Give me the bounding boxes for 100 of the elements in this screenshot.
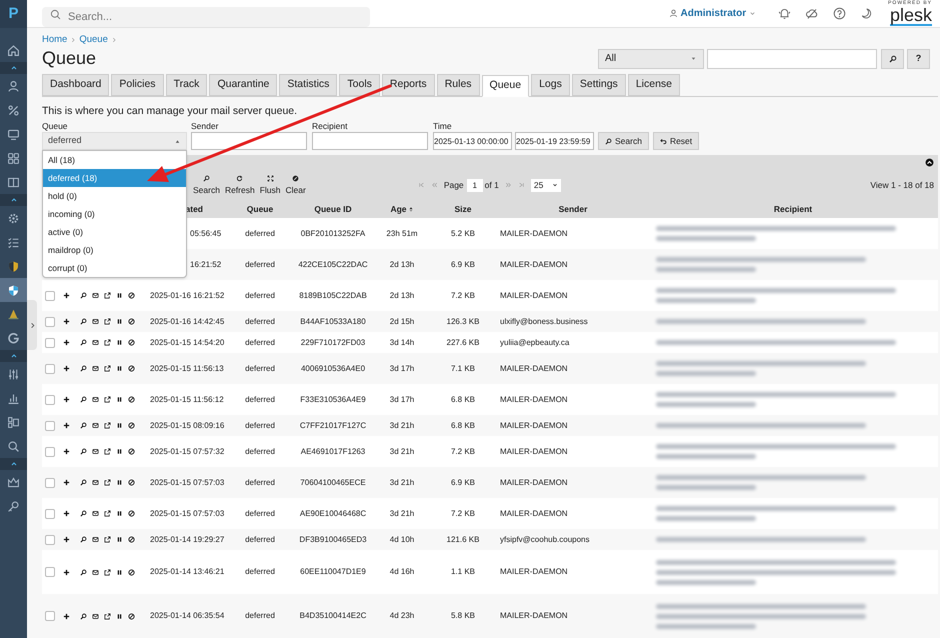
time-from-field[interactable]: 2025-01-13 00:00:00 — [433, 132, 512, 150]
dropdown-option[interactable]: hold (0) — [43, 187, 186, 205]
external-link-icon[interactable] — [104, 448, 111, 455]
envelope-icon[interactable] — [92, 422, 99, 429]
column-header[interactable]: Age — [390, 202, 414, 216]
row-checkbox[interactable] — [44, 420, 54, 430]
expand-row-icon[interactable] — [62, 510, 70, 517]
envelope-icon[interactable] — [92, 318, 99, 325]
external-link-icon[interactable] — [104, 612, 111, 620]
tab[interactable]: Queue — [482, 75, 530, 97]
search-button[interactable] — [881, 48, 904, 68]
expand-row-icon[interactable] — [62, 479, 70, 486]
external-link-icon[interactable] — [104, 318, 111, 325]
queue-select[interactable]: deferred — [42, 132, 187, 150]
view-icon[interactable] — [80, 479, 87, 486]
time-to-field[interactable]: 2025-01-19 23:59:59 — [515, 132, 594, 150]
row-checkbox[interactable] — [44, 338, 54, 348]
row-checkbox[interactable] — [44, 508, 54, 518]
column-header[interactable]: Queue — [246, 202, 274, 216]
reset-button[interactable]: Reset — [652, 132, 700, 150]
envelope-icon[interactable] — [92, 479, 99, 486]
envelope-icon[interactable] — [92, 568, 99, 576]
collapse-handle[interactable] — [27, 300, 37, 350]
pause-icon[interactable] — [116, 510, 123, 517]
pause-icon[interactable] — [116, 318, 123, 325]
cancel-icon[interactable] — [128, 422, 135, 429]
section-toggle[interactable] — [0, 350, 27, 362]
tab[interactable]: Quarantine — [209, 74, 278, 96]
toolbar-button[interactable]: Refresh — [224, 175, 255, 195]
view-icon[interactable] — [80, 292, 87, 299]
tab[interactable]: Dashboard — [42, 74, 110, 96]
cancel-icon[interactable] — [128, 448, 135, 455]
row-checkbox[interactable] — [44, 611, 54, 621]
pause-icon[interactable] — [116, 292, 123, 299]
tab[interactable]: Reports — [382, 74, 435, 96]
sender-field[interactable] — [191, 132, 307, 150]
view-icon[interactable] — [80, 536, 87, 543]
cancel-icon[interactable] — [128, 396, 135, 403]
view-icon[interactable] — [80, 510, 87, 517]
expand-row-icon[interactable] — [62, 448, 70, 455]
cancel-icon[interactable] — [128, 365, 135, 372]
pause-icon[interactable] — [116, 422, 123, 429]
account-menu[interactable]: Administrator — [668, 6, 756, 21]
tab[interactable]: Policies — [111, 74, 164, 96]
envelope-icon[interactable] — [92, 292, 99, 299]
section-toggle[interactable] — [0, 194, 27, 206]
row-checkbox[interactable] — [44, 290, 54, 300]
expand-row-icon[interactable] — [62, 536, 70, 543]
section-toggle[interactable] — [0, 458, 27, 470]
cancel-icon[interactable] — [128, 536, 135, 543]
tab[interactable]: Track — [166, 74, 208, 96]
expand-row-icon[interactable] — [62, 365, 70, 372]
envelope-icon[interactable] — [92, 396, 99, 403]
tab[interactable]: License — [628, 74, 680, 96]
expand-row-icon[interactable] — [62, 339, 70, 346]
view-icon[interactable] — [80, 612, 87, 620]
pause-icon[interactable] — [116, 536, 123, 543]
external-link-icon[interactable] — [104, 339, 111, 346]
external-link-icon[interactable] — [104, 536, 111, 543]
external-link-icon[interactable] — [104, 568, 111, 576]
recipient-field[interactable] — [312, 132, 428, 150]
toolbar-button[interactable]: Flush — [260, 175, 280, 195]
external-link-icon[interactable] — [104, 510, 111, 517]
pause-icon[interactable] — [116, 365, 123, 372]
view-icon[interactable] — [80, 422, 87, 429]
view-icon[interactable] — [80, 365, 87, 372]
help-icon[interactable] — [833, 7, 846, 20]
pause-icon[interactable] — [116, 568, 123, 576]
collapse-icon[interactable] — [925, 158, 934, 167]
cancel-icon[interactable] — [128, 318, 135, 325]
external-link-icon[interactable] — [104, 292, 111, 299]
tab[interactable]: Tools — [339, 74, 380, 96]
search-button[interactable]: Search — [598, 132, 649, 150]
tab[interactable]: Statistics — [279, 74, 338, 96]
moon-icon[interactable] — [860, 7, 872, 20]
toolbar-button[interactable]: Clear — [286, 175, 306, 195]
pause-icon[interactable] — [116, 339, 123, 346]
expand-row-icon[interactable] — [62, 568, 70, 576]
external-link-icon[interactable] — [104, 479, 111, 486]
cancel-icon[interactable] — [128, 292, 135, 299]
bell-icon[interactable] — [778, 7, 792, 20]
breadcrumb-link[interactable]: Home — [42, 32, 68, 48]
row-checkbox[interactable] — [44, 567, 54, 577]
view-icon[interactable] — [80, 448, 87, 455]
column-header[interactable]: Queue ID — [314, 202, 352, 216]
envelope-icon[interactable] — [92, 339, 99, 346]
page-field[interactable]: 1 — [466, 178, 483, 192]
quick-search-field[interactable] — [707, 48, 877, 68]
envelope-icon[interactable] — [92, 536, 99, 543]
dropdown-option[interactable]: incoming (0) — [43, 205, 186, 223]
envelope-icon[interactable] — [92, 510, 99, 517]
expand-row-icon[interactable] — [62, 422, 70, 429]
view-icon[interactable] — [80, 318, 87, 325]
dropdown-option[interactable]: corrupt (0) — [43, 259, 186, 277]
pause-icon[interactable] — [116, 396, 123, 403]
row-checkbox[interactable] — [44, 534, 54, 544]
cancel-icon[interactable] — [128, 612, 135, 620]
expand-row-icon[interactable] — [62, 396, 70, 403]
dropdown-option[interactable]: maildrop (0) — [43, 241, 186, 259]
toolbar-button[interactable]: Search — [193, 175, 220, 195]
